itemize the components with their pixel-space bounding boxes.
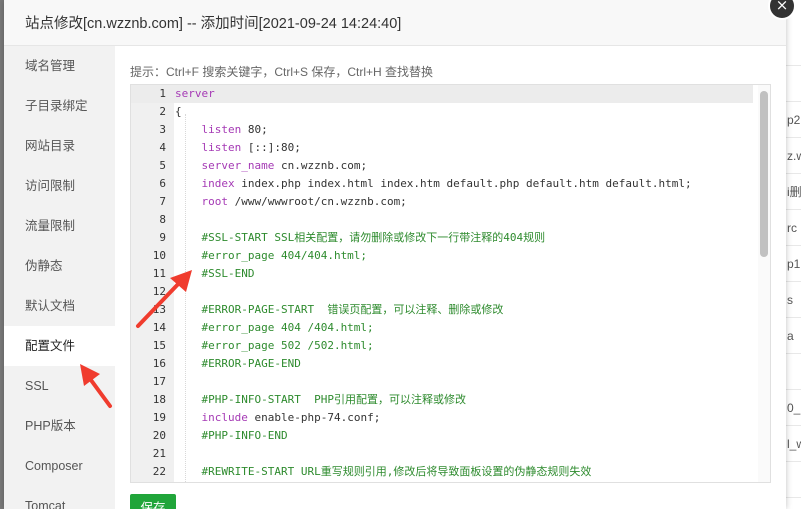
code-line: 11 #SSL-END — [131, 265, 770, 283]
line-number: 13 — [152, 303, 166, 316]
line-number: 14 — [152, 321, 166, 334]
code-line: 13 #ERROR-PAGE-START 错误页配置，可以注释、删除或修改 — [131, 301, 770, 319]
code-line: 1 server — [131, 85, 753, 103]
code-text: server — [175, 87, 215, 100]
code-text: #PHP-INFO-END — [175, 429, 288, 442]
background-row — [786, 30, 801, 66]
code-editor[interactable]: 1 server 2{3 listen 80; 4 listen [::]:80; 5 … — [130, 84, 771, 483]
background-row — [786, 498, 801, 509]
sidebar-item[interactable]: Tomcat — [4, 486, 115, 509]
code-text: #error_page 404/404.html; — [175, 249, 368, 262]
background-row — [786, 66, 801, 102]
code-text: #ERROR-PAGE-START 错误页配置，可以注释、删除或修改 — [175, 303, 504, 316]
background-row: p1 — [786, 246, 801, 282]
line-number: 3 — [159, 123, 166, 136]
line-number: 4 — [159, 141, 166, 154]
code-line: 15 #error_page 502 /502.html; — [131, 337, 770, 355]
code-text: #ERROR-PAGE-END — [175, 357, 301, 370]
code-line: 21 — [131, 445, 770, 463]
background-row — [786, 354, 801, 390]
settings-sidebar: 域名管理 子目录绑定 网站目录 访问限制 流量限制 伪静态 默认文档 配置文件 SSL PHP版本… — [4, 46, 115, 509]
line-number: 12 — [152, 285, 166, 298]
site-edit-dialog: 站点修改[cn.wzznb.com] -- 添加时间[2021-09-24 14… — [4, 0, 786, 509]
code-line: 5 server_name cn.wzznb.com; — [131, 157, 770, 175]
code-text: #SSL-START SSL相关配置，请勿删除或修改下一行带注释的404规则 — [175, 231, 546, 244]
background-row: l_w — [786, 426, 801, 462]
code-line: 12 — [131, 283, 770, 301]
code-line: 9 #SSL-START SSL相关配置，请勿删除或修改下一行带注释的404规则 — [131, 229, 770, 247]
line-number: 2 — [159, 105, 166, 118]
code-text: listen [::]:80; — [201, 141, 301, 154]
sidebar-item[interactable]: 域名管理 — [4, 46, 115, 86]
code-text: server_name cn.wzznb.com; — [201, 159, 368, 172]
code-line: 22 #REWRITE-START URL重写规则引用,修改后将导致面板设置的伪… — [131, 463, 770, 481]
sidebar-item[interactable]: Composer — [4, 446, 115, 486]
line-number: 22 — [152, 465, 166, 478]
code-text: #error_page 502 /502.html; — [175, 339, 374, 352]
line-number: 11 — [152, 267, 166, 280]
line-number: 17 — [152, 375, 166, 388]
code-line: 10 #error_page 404/404.html; — [131, 247, 770, 265]
sidebar-item[interactable]: 子目录绑定 — [4, 86, 115, 126]
sidebar-item[interactable]: SSL — [4, 366, 115, 406]
sidebar-item[interactable]: 访问限制 — [4, 166, 115, 206]
code-line: 4 listen [::]:80; — [131, 139, 770, 157]
line-number: 21 — [152, 447, 166, 460]
save-button[interactable]: 保存 — [130, 494, 176, 509]
editor-hint: 提示：Ctrl+F 搜索关键字，Ctrl+S 保存，Ctrl+H 查找替换 — [130, 65, 434, 79]
background-row: a — [786, 318, 801, 354]
code-line: 2{ — [131, 103, 770, 121]
line-number: 8 — [159, 213, 166, 226]
background-row — [786, 462, 801, 498]
line-number: 1 — [159, 87, 166, 100]
background-row: p2 — [786, 102, 801, 138]
code-text: #SSL-END — [175, 267, 255, 280]
line-number: 6 — [159, 177, 166, 190]
code-text: #REWRITE-START URL重写规则引用,修改后将导致面板设置的伪静态规… — [175, 465, 592, 478]
code-text: { — [175, 105, 182, 118]
line-number: 15 — [152, 339, 166, 352]
code-line: 18 #PHP-INFO-START PHP引用配置，可以注释或修改 — [131, 391, 770, 409]
code-line: 16 #ERROR-PAGE-END — [131, 355, 770, 373]
sidebar-item[interactable]: 伪静态 — [4, 246, 115, 286]
line-number: 5 — [159, 159, 166, 172]
code-line: 3 listen 80; — [131, 121, 770, 139]
code-line: 17 — [131, 373, 770, 391]
sidebar-item[interactable]: 配置文件 — [4, 326, 115, 366]
line-number: 7 — [159, 195, 166, 208]
background-row: 0_ — [786, 390, 801, 426]
sidebar-item[interactable]: PHP版本 — [4, 406, 115, 446]
sidebar-item[interactable]: 流量限制 — [4, 206, 115, 246]
background-row: s — [786, 282, 801, 318]
line-number: 19 — [152, 411, 166, 424]
background-row: i删 — [786, 174, 801, 210]
background-row: z.w — [786, 138, 801, 174]
code-line: 8 — [131, 211, 770, 229]
line-number: 16 — [152, 357, 166, 370]
config-file-panel: 提示：Ctrl+F 搜索关键字，Ctrl+S 保存，Ctrl+H 查找替换 1s… — [115, 46, 786, 509]
code-text: root /www/wwwroot/cn.wzznb.com; — [201, 195, 407, 208]
sidebar-item[interactable]: 网站目录 — [4, 126, 115, 166]
code-text: listen 80; — [201, 123, 268, 136]
dialog-title: 站点修改[cn.wzznb.com] -- 添加时间[2021-09-24 14… — [4, 0, 786, 46]
code-text: include enable-php-74.conf; — [201, 411, 381, 424]
sidebar-item[interactable]: 默认文档 — [4, 286, 115, 326]
code-line: 14 #error_page 404 /404.html; — [131, 319, 770, 337]
line-number: 10 — [152, 249, 166, 262]
line-number: 18 — [152, 393, 166, 406]
code-text: #error_page 404 /404.html; — [175, 321, 374, 334]
code-line: 19 include enable-php-74.conf; — [131, 409, 770, 427]
background-page: p2 z.w i删 rc p1 s a 0_ l_w — [786, 0, 801, 509]
line-number: 20 — [152, 429, 166, 442]
code-line: 6 index index.php index.html index.htm d… — [131, 175, 770, 193]
code-text: #PHP-INFO-START PHP引用配置，可以注释或修改 — [175, 393, 466, 406]
code-text: index index.php index.html index.htm def… — [201, 177, 692, 190]
line-number: 9 — [159, 231, 166, 244]
code-line: 20 #PHP-INFO-END — [131, 427, 770, 445]
background-row: rc — [786, 210, 801, 246]
code-line: 7 root /www/wwwroot/cn.wzznb.com; — [131, 193, 770, 211]
